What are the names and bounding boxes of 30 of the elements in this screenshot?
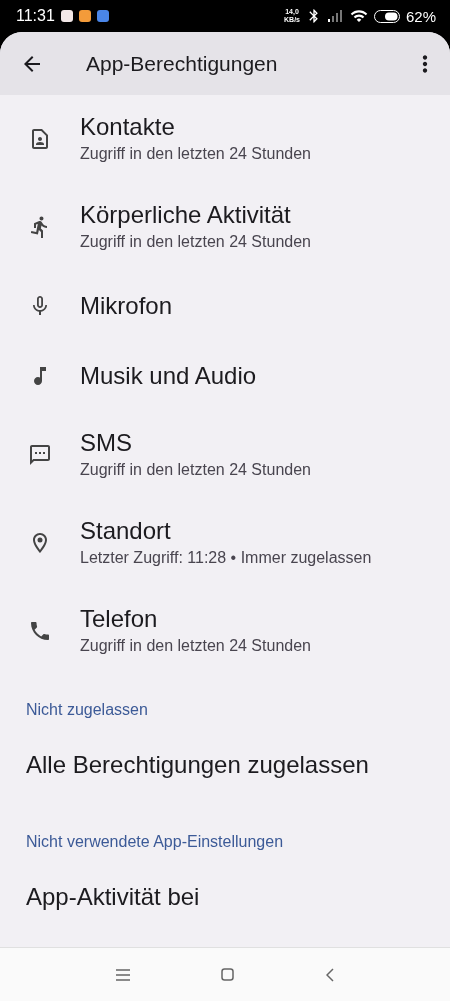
permission-title[interactable]: Telefon — [80, 604, 311, 634]
menu-icon[interactable] — [115, 968, 130, 981]
permission-title[interactable]: Körperliche Aktivität — [80, 200, 311, 230]
message-icon — [28, 443, 52, 467]
permission-title[interactable]: Mikrofon — [80, 291, 173, 321]
permission-summary: Zugriff in den letzten 24 Stunden — [80, 636, 311, 656]
google-icon — [96, 10, 109, 22]
permission-summary: Zugriff in den letzten 24 Stunden — [80, 232, 311, 252]
battery-level: 62% — [405, 7, 436, 25]
phone-icon — [28, 619, 52, 643]
permission-summary: Zugriff in den letzten 24 Stunden — [80, 144, 311, 164]
mail-icon — [60, 10, 73, 22]
section-heading: Nicht verwendete App-Einstellungen — [25, 832, 285, 852]
permission-title[interactable]: SMS — [80, 428, 311, 458]
settings-item[interactable]: App-Aktivität bei — [0, 867, 450, 927]
status-time: 11:31 — [16, 7, 55, 25]
home-icon[interactable] — [221, 968, 235, 981]
signal-icon — [327, 10, 344, 22]
battery-icon — [373, 9, 400, 23]
permission-summary: Zugriff in den letzten 24 Stunden — [80, 460, 311, 480]
section-heading: Nicht zugelassen — [25, 700, 149, 720]
wifi-icon — [349, 7, 368, 25]
permission-title[interactable]: Musik und Audio — [80, 361, 257, 391]
app-icon — [78, 10, 91, 22]
page-title: App-Berechtigungen — [86, 51, 279, 76]
settings-item[interactable]: Alle Berechtigungen zugelassen — [0, 735, 450, 795]
permission-title[interactable]: Kontakte — [80, 112, 311, 142]
back-nav-icon[interactable] — [326, 967, 335, 982]
permission-title[interactable]: Standort — [80, 516, 372, 546]
permission-summary: Letzter Zugriff: 11:28 • Immer zugelassen — [80, 548, 372, 568]
